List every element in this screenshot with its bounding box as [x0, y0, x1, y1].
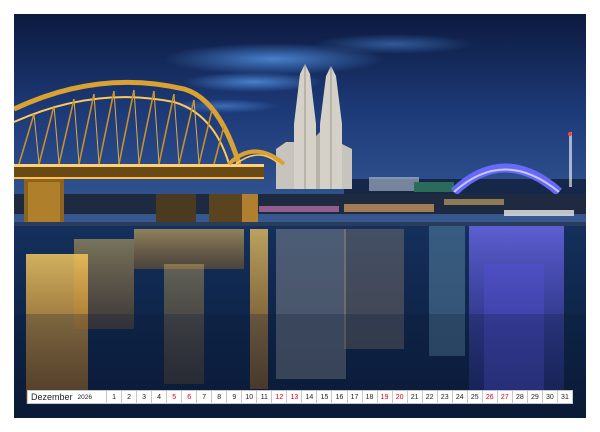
day-cell: 12	[271, 391, 286, 403]
day-cell: 26	[481, 391, 497, 403]
day-cell: 27	[496, 391, 512, 403]
calendar-strip: Dezember 2026 1 2 3 4 5 6 7 8 9 10 11 12 13 14 15 16 17 1…	[27, 390, 573, 404]
day-cell: 14	[301, 391, 316, 403]
day-cell: 4	[151, 391, 166, 403]
day-cell: 8	[211, 391, 226, 403]
month-label: Dezember 2026	[28, 391, 106, 403]
day-cell: 15	[316, 391, 331, 403]
day-cell: 21	[406, 391, 422, 403]
calendar-photo	[14, 14, 586, 418]
year-label: 2026	[77, 393, 92, 401]
day-cell: 1	[106, 391, 121, 403]
day-cell: 23	[436, 391, 452, 403]
day-cell: 11	[256, 391, 271, 403]
day-cell: 19	[376, 391, 392, 403]
day-cell: 20	[391, 391, 407, 403]
day-cells: 1 2 3 4 5 6 7 8 9 10 11 12 13 14 15 16 17 18 19 20 21 22 23 24 2…	[106, 391, 572, 403]
day-cell: 29	[526, 391, 542, 403]
day-cell: 13	[286, 391, 301, 403]
day-cell: 5	[166, 391, 181, 403]
day-cell: 17	[346, 391, 362, 403]
day-cell: 22	[421, 391, 437, 403]
day-cell: 2	[121, 391, 136, 403]
day-cell: 28	[511, 391, 527, 403]
day-cell: 25	[466, 391, 482, 403]
day-cell: 9	[226, 391, 241, 403]
day-cell: 30	[541, 391, 557, 403]
day-cell: 10	[241, 391, 256, 403]
day-cell: 3	[136, 391, 151, 403]
day-cell: 7	[196, 391, 211, 403]
month-name: Dezember	[31, 392, 73, 402]
day-cell: 31	[556, 391, 572, 403]
day-cell: 16	[331, 391, 346, 403]
cologne-night-photo	[14, 14, 586, 418]
day-cell: 6	[181, 391, 196, 403]
day-cell: 24	[451, 391, 467, 403]
day-cell: 18	[361, 391, 377, 403]
